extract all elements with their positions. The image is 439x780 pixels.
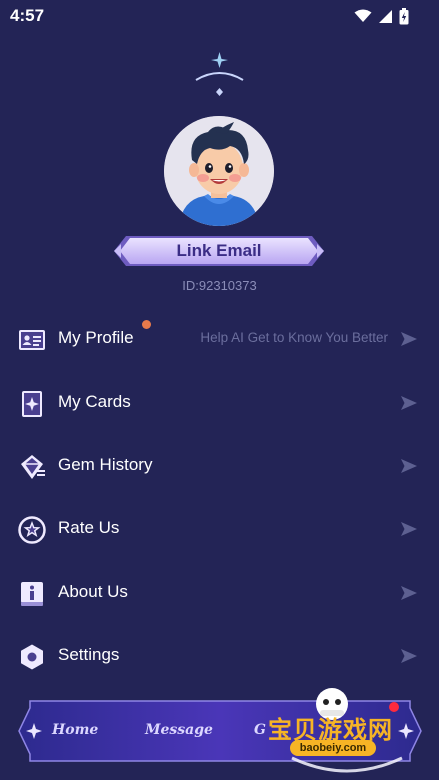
status-time: 4:57 xyxy=(10,6,45,25)
send-arrow-icon xyxy=(401,332,417,346)
send-arrow-icon xyxy=(401,459,417,473)
menu-item-label: My Cards xyxy=(58,392,131,411)
nav-home[interactable]: Home xyxy=(52,722,98,738)
battery-icon xyxy=(399,7,409,24)
signal-icon xyxy=(379,9,392,23)
wifi-icon xyxy=(354,9,372,22)
header-ornament xyxy=(20,52,419,96)
menu-item-my-cards[interactable]: My Cards xyxy=(0,378,439,428)
send-arrow-icon xyxy=(401,649,417,663)
avatar-illustration xyxy=(164,116,274,226)
link-email-button[interactable]: Link Email xyxy=(112,230,326,272)
menu-item-hint: Help AI Get to Know You Better xyxy=(200,330,388,345)
menu-item-rate-us[interactable]: Rate Us xyxy=(0,504,439,554)
nav-message[interactable]: Message xyxy=(145,722,213,738)
menu-item-settings[interactable]: Settings xyxy=(0,631,439,681)
menu-item-about-us[interactable]: About Us xyxy=(0,568,439,618)
link-email-label: Link Email xyxy=(176,241,262,260)
notification-badge xyxy=(142,320,151,329)
watermark: 宝贝游戏网 baobeiy.com xyxy=(262,684,432,774)
menu-item-label: Rate Us xyxy=(58,518,120,537)
menu-item-my-profile[interactable]: My Profile Help AI Get to Know You Bette… xyxy=(0,314,439,364)
id-card-icon xyxy=(19,330,45,350)
info-book-icon xyxy=(21,582,43,606)
menu-item-label: Settings xyxy=(58,645,120,664)
menu-item-label: About Us xyxy=(58,582,128,601)
send-arrow-icon xyxy=(401,396,417,410)
avatar[interactable] xyxy=(164,116,274,226)
gem-icon xyxy=(21,455,45,479)
menu-item-label: Gem History xyxy=(58,455,153,474)
status-bar: 4:57 xyxy=(0,0,439,32)
status-icons xyxy=(354,6,409,26)
menu-item-label: My Profile xyxy=(58,328,134,347)
hexagon-settings-icon xyxy=(21,644,43,670)
watermark-url: baobeiy.com xyxy=(290,740,376,756)
tarot-card-icon xyxy=(22,391,42,417)
send-arrow-icon xyxy=(401,586,417,600)
menu-item-gem-history[interactable]: Gem History xyxy=(0,441,439,491)
user-id: ID:92310373 xyxy=(182,278,257,293)
send-arrow-icon xyxy=(401,522,417,536)
star-circle-icon xyxy=(18,516,46,544)
